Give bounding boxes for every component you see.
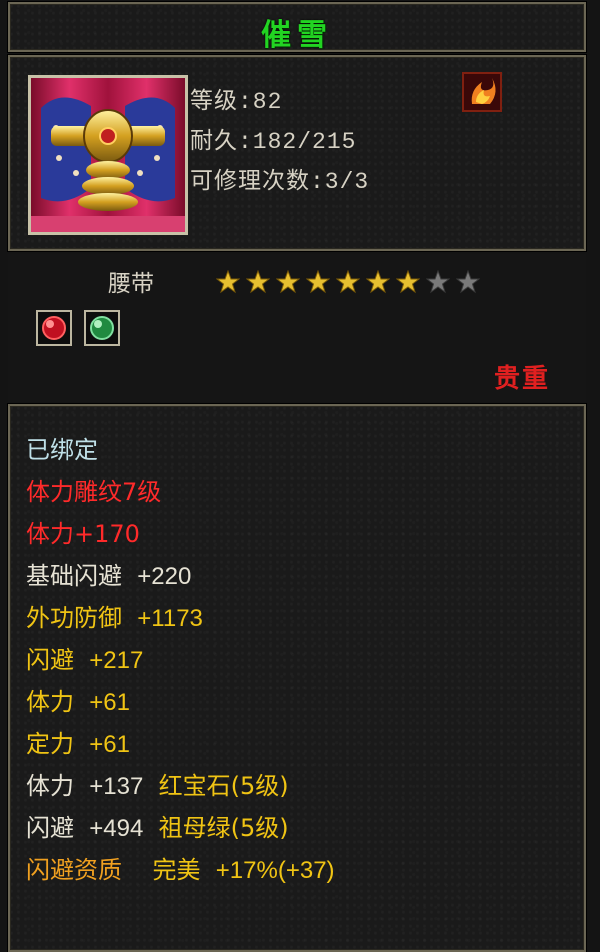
attr-dodge-aptitude: 闪避资质 完美 +17%(+37) [26,856,335,884]
item-title-bar: 催雪 [8,2,586,53]
attributes-panel: 已绑定 体力雕纹7级 体力+170 基础闪避 +220 外功防御 +1173 闪… [8,404,586,952]
attr-stamina: 体力 +61 [26,688,130,716]
bound-status: 已绑定 [26,436,98,464]
item-info-panel: 等级:82 耐久:182/215 可修理次数:3/3 [8,55,586,251]
emerald-gem-icon [84,310,120,346]
ruby-gem-icon [36,310,72,346]
star-filled-icon [306,270,330,294]
attr-dodge: 闪避 +217 [26,646,144,674]
attr-gem-emerald: 闪避 +494 祖母绿(5级) [26,814,289,842]
star-filled-icon [366,270,390,294]
item-level: 等级:82 [190,89,283,115]
star-filled-icon [246,270,270,294]
star-filled-icon [276,270,300,294]
attr-gem-ruby: 体力 +137 红宝石(5级) [26,772,289,800]
attr-physical-defense: 外功防御 +1173 [26,604,203,632]
star-rating [216,270,480,294]
item-repair-count: 可修理次数:3/3 [190,169,370,195]
star-filled-icon [396,270,420,294]
item-type: 腰带 [108,271,154,297]
belt-icon [28,75,188,235]
attr-base-dodge: 基础闪避 +220 [26,562,192,590]
flame-emblem-icon [462,72,502,112]
attr-engraving: 体力雕纹7级 [26,478,162,506]
star-filled-icon [336,270,360,294]
item-quality-panel: 腰带 贵重 [8,254,586,402]
star-filled-icon [216,270,240,294]
item-name: 催雪 [261,18,333,53]
star-empty-icon [426,270,450,294]
rarity-label: 贵重 [493,364,550,394]
item-durability: 耐久:182/215 [190,129,357,155]
attr-focus: 定力 +61 [26,730,130,758]
attr-engraving-bonus: 体力+170 [26,520,140,548]
star-empty-icon [456,270,480,294]
